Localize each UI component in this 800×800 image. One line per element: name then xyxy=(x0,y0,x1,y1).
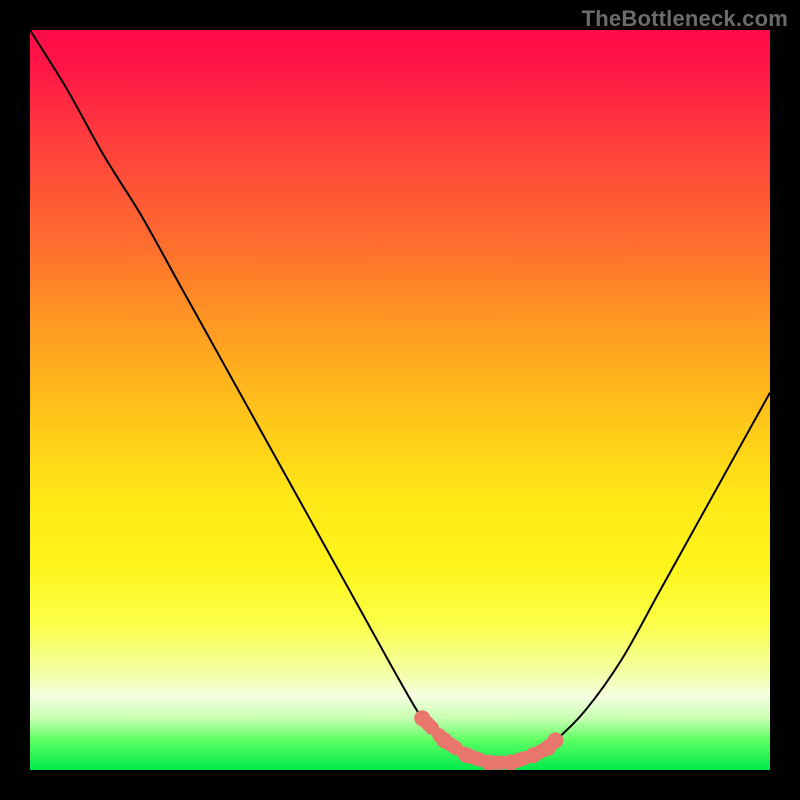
bottleneck-curve-svg xyxy=(30,30,770,770)
fit-marker xyxy=(459,747,475,763)
fit-marker xyxy=(436,732,452,748)
plot-area xyxy=(30,30,770,770)
fit-marker xyxy=(525,747,541,763)
chart-frame: TheBottleneck.com xyxy=(0,0,800,800)
fit-marker xyxy=(547,732,563,748)
fit-marker xyxy=(414,710,430,726)
watermark-text: TheBottleneck.com xyxy=(582,6,788,32)
fit-marker xyxy=(481,755,497,770)
bottleneck-curve xyxy=(30,30,770,764)
good-fit-markers xyxy=(414,710,563,770)
fit-marker xyxy=(503,755,519,770)
